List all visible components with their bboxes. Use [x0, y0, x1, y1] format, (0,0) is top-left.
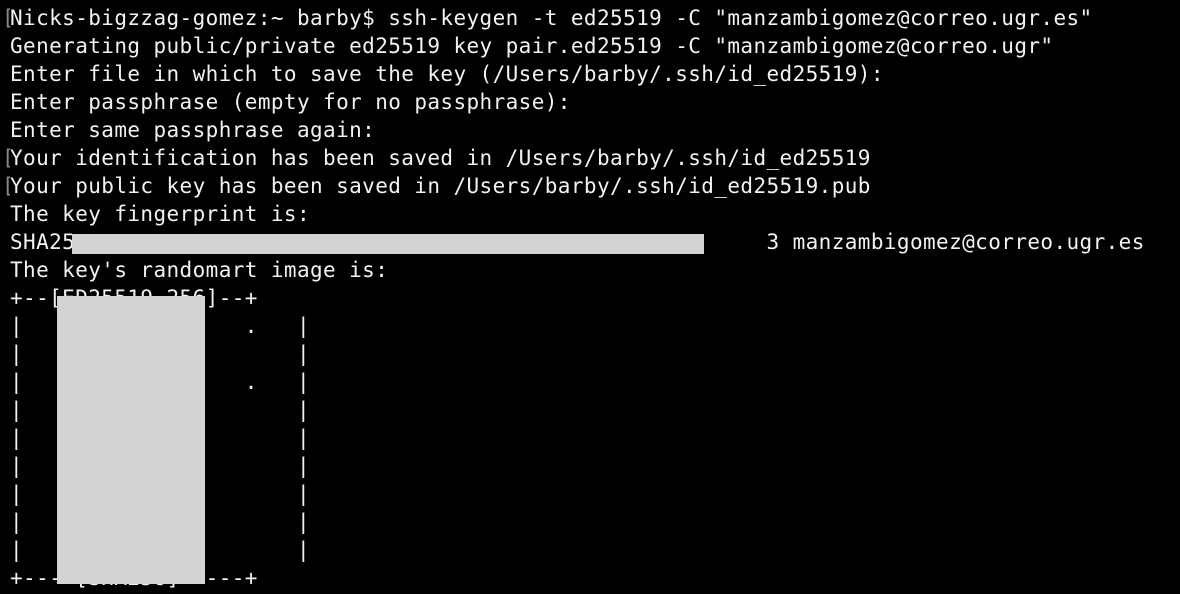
randomart-redaction [57, 296, 205, 584]
terminal-line: Your identification has been saved in /U… [10, 146, 871, 170]
terminal-line: Generating public/private ed25519 key pa… [10, 34, 1054, 58]
line-mark: [ [2, 144, 10, 172]
terminal-line: Your public key has been saved in /Users… [10, 174, 871, 198]
terminal-line: Enter file in which to save the key (/Us… [10, 62, 884, 86]
terminal-line: The key's randomart image is: [10, 258, 389, 282]
terminal-line: Enter passphrase (empty for no passphras… [10, 90, 571, 114]
line-mark: [ [2, 172, 10, 200]
terminal-line-command: Nicks-bigzzag-gomez:~ barby$ ssh-keygen … [10, 6, 1093, 30]
fingerprint-redaction [72, 234, 704, 254]
terminal-line: The key fingerprint is: [10, 202, 310, 226]
terminal-window[interactable]: - - - - - - - - - - - - - - - - - - - - … [0, 0, 1180, 594]
terminal-line: Enter same passphrase again: [10, 118, 376, 142]
line-mark: [ [2, 4, 10, 32]
